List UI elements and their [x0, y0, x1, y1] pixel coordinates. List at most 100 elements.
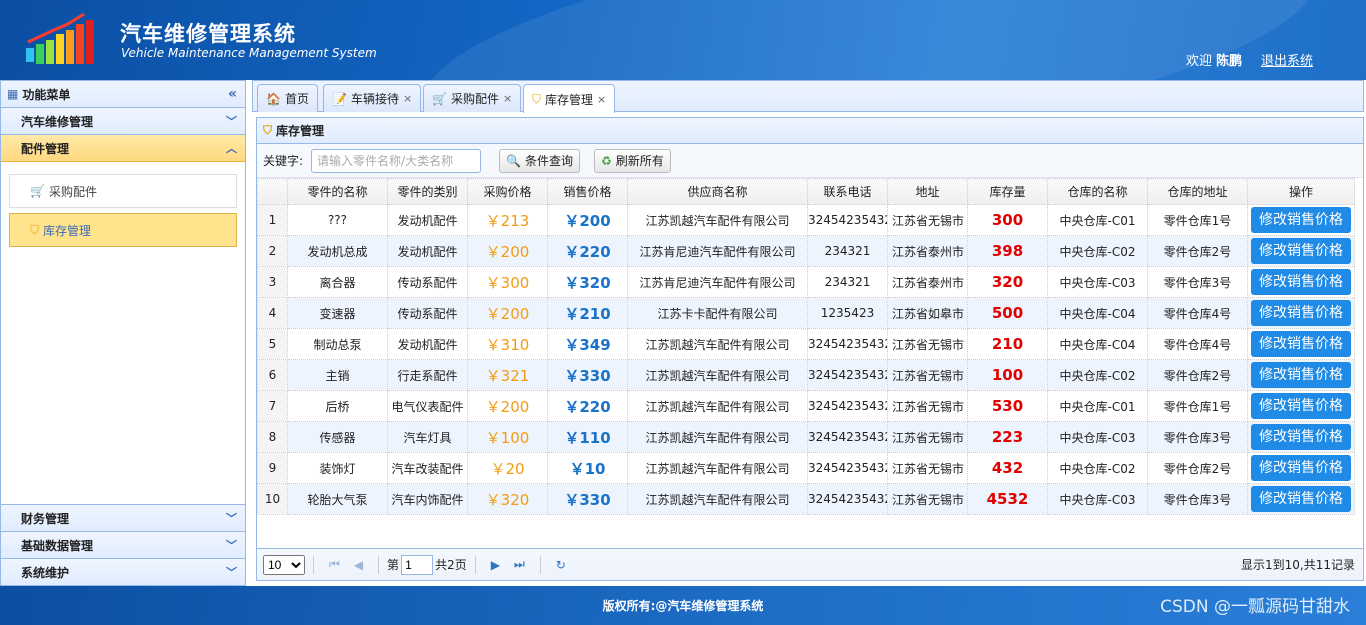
- next-page-icon[interactable]: ▶: [491, 558, 500, 572]
- action-cell: 修改销售价格: [1247, 235, 1355, 267]
- close-icon[interactable]: ×: [503, 92, 512, 105]
- address-cell: 江苏省无锡市: [887, 421, 968, 453]
- refresh-button[interactable]: ♻ 刷新所有: [594, 148, 671, 173]
- purchase-price-cell: ￥20: [467, 452, 548, 484]
- edit-sale-price-button[interactable]: 修改销售价格: [1251, 300, 1351, 326]
- sale-price-cell: ￥200: [547, 204, 628, 236]
- column-header: 操作: [1247, 178, 1355, 205]
- action-cell: 修改销售价格: [1247, 266, 1355, 298]
- panel-title-text: 库存管理: [276, 124, 325, 138]
- purchase-price-cell: ￥200: [467, 235, 548, 267]
- address-cell: 江苏省无锡市: [887, 390, 968, 422]
- table-row[interactable]: 7 后桥 电气仪表配件 ￥200 ￥220 江苏凯越汽车配件有限公司 32454235432…: [257, 390, 1355, 422]
- table-header-row: 零件的名称 零件的类别 采购价格 销售价格 供应商名称 联系电话 地址 库存量 …: [257, 178, 1355, 205]
- page-number-input[interactable]: [401, 554, 434, 575]
- table-row[interactable]: 2 发动机总成 发动机配件 ￥200 ￥220 江苏肯尼迪汽车配件有限公司 234321 江苏…: [257, 235, 1355, 267]
- supplier-cell: 江苏肯尼迪汽车配件有限公司: [627, 235, 808, 267]
- row-number-cell: 3: [257, 266, 288, 298]
- chevron-down-icon: ﹀: [226, 115, 237, 128]
- phone-cell: 32454235432: [807, 390, 888, 422]
- pager-divider: [378, 555, 380, 574]
- app-subtitle: Vehicle Maintenance Management System: [121, 46, 377, 60]
- sale-price-cell: ￥220: [547, 235, 628, 267]
- table-row[interactable]: 8 传感器 汽车灯具 ￥100 ￥110 江苏凯越汽车配件有限公司 32454235432 江…: [257, 421, 1355, 453]
- sidebar-section-system[interactable]: 系统维护 ﹀: [1, 558, 245, 585]
- sidebar-section-parts[interactable]: 配件管理 ︿: [1, 135, 245, 162]
- page-size-select[interactable]: 10: [263, 554, 305, 575]
- table-row[interactable]: 10 轮胎大气泵 汽车内饰配件 ￥320 ￥330 江苏凯越汽车配件有限公司 3245423…: [257, 483, 1355, 515]
- action-cell: 修改销售价格: [1247, 483, 1355, 515]
- table-row[interactable]: 4 变速器 传动系配件 ￥200 ￥210 江苏卡卡配件有限公司 1235423 江苏省如皋市…: [257, 297, 1355, 329]
- purchase-price-cell: ￥200: [467, 297, 548, 329]
- tab-label: 库存管理: [545, 92, 594, 107]
- tab-bar: 🏠 首页 📝 车辆接待 × 🛒 采购配件 × ⛉ 库存管理 ×: [252, 80, 1364, 113]
- sidebar-section-finance[interactable]: 财务管理 ﹀: [1, 504, 245, 531]
- edit-sale-price-button[interactable]: 修改销售价格: [1251, 455, 1351, 481]
- category-cell: 汽车内饰配件: [387, 483, 468, 515]
- part-name-cell: 发动机总成: [287, 235, 388, 267]
- query-button[interactable]: 🔍 条件查询: [499, 148, 581, 173]
- collapse-left-icon[interactable]: «: [228, 86, 237, 102]
- search-input[interactable]: [311, 148, 482, 173]
- tab-reception[interactable]: 📝 车辆接待 ×: [323, 84, 422, 112]
- column-header[interactable]: 仓库的名称: [1047, 178, 1148, 205]
- watermark-text: CSDN @一瓢源码甘甜水: [1160, 597, 1350, 617]
- chevron-down-icon: ﹀: [226, 566, 237, 579]
- column-header[interactable]: 零件的类别: [387, 178, 468, 205]
- action-cell: 修改销售价格: [1247, 452, 1355, 484]
- tab-home[interactable]: 🏠 首页: [257, 84, 318, 112]
- edit-sale-price-button[interactable]: 修改销售价格: [1251, 362, 1351, 388]
- column-header[interactable]: 仓库的地址: [1147, 178, 1248, 205]
- edit-sale-price-button[interactable]: 修改销售价格: [1251, 486, 1351, 512]
- row-number-cell: 1: [257, 204, 288, 236]
- phone-cell: 32454235432: [807, 359, 888, 391]
- panel-title: ⛉ 库存管理: [257, 118, 1363, 144]
- action-cell: 修改销售价格: [1247, 328, 1355, 360]
- edit-sale-price-button[interactable]: 修改销售价格: [1251, 238, 1351, 264]
- tab-purchase[interactable]: 🛒 采购配件 ×: [423, 84, 522, 112]
- column-header[interactable]: 地址: [887, 178, 968, 205]
- parts-menu: 🛒 采购配件 ⛉ 库存管理: [1, 162, 245, 506]
- first-page-icon[interactable]: ⏮: [329, 557, 340, 572]
- table-body: 1??? 发动机配件 ￥213 ￥200 江苏凯越汽车配件有限公司 32454235432…: [257, 204, 1355, 515]
- table-row[interactable]: 6 主销 行走系配件 ￥321 ￥330 江苏凯越汽车配件有限公司 32454235432 江…: [257, 359, 1355, 391]
- tab-inventory[interactable]: ⛉ 库存管理 ×: [523, 84, 616, 113]
- row-number-cell: 6: [257, 359, 288, 391]
- warehouse-address-cell: 零件仓库2号: [1147, 235, 1248, 267]
- welcome-text: 欢迎 陈鹏: [1186, 50, 1242, 69]
- edit-sale-price-button[interactable]: 修改销售价格: [1251, 269, 1351, 295]
- supplier-cell: 江苏凯越汽车配件有限公司: [627, 421, 808, 453]
- logo-icon: [26, 12, 94, 64]
- prev-page-icon[interactable]: ◀: [354, 558, 363, 572]
- last-page-icon[interactable]: ⏭: [514, 557, 525, 572]
- purchase-price-cell: ￥310: [467, 328, 548, 360]
- logout-link[interactable]: 退出系统: [1261, 50, 1313, 69]
- table-row[interactable]: 9 装饰灯 汽车改装配件 ￥20 ￥10 江苏凯越汽车配件有限公司 32454235432 江…: [257, 452, 1355, 484]
- column-header[interactable]: 销售价格: [547, 178, 628, 205]
- column-header[interactable]: 库存量: [967, 178, 1048, 205]
- edit-sale-price-button[interactable]: 修改销售价格: [1251, 207, 1351, 233]
- action-cell: 修改销售价格: [1247, 359, 1355, 391]
- column-header[interactable]: 零件的名称: [287, 178, 388, 205]
- sidebar-section-repair[interactable]: 汽车维修管理 ﹀: [1, 108, 245, 135]
- action-cell: 修改销售价格: [1247, 297, 1355, 329]
- sidebar-section-basedata[interactable]: 基础数据管理 ﹀: [1, 531, 245, 558]
- table-row[interactable]: 5 制动总泵 发动机配件 ￥310 ￥349 江苏凯越汽车配件有限公司 3245423543…: [257, 328, 1355, 360]
- edit-sale-price-button[interactable]: 修改销售价格: [1251, 393, 1351, 419]
- sidebar-item-inventory[interactable]: ⛉ 库存管理: [9, 213, 237, 247]
- edit-sale-price-button[interactable]: 修改销售价格: [1251, 424, 1351, 450]
- part-name-cell: 主销: [287, 359, 388, 391]
- close-icon[interactable]: ×: [597, 93, 606, 106]
- part-name-cell: ???: [287, 204, 388, 236]
- sidebar-item-purchase[interactable]: 🛒 采购配件: [9, 174, 237, 208]
- reload-icon[interactable]: ↻: [556, 558, 566, 572]
- edit-sale-price-button[interactable]: 修改销售价格: [1251, 331, 1351, 357]
- stock-cell: 210: [967, 328, 1048, 360]
- column-header[interactable]: 联系电话: [807, 178, 888, 205]
- column-header[interactable]: 采购价格: [467, 178, 548, 205]
- column-header[interactable]: 供应商名称: [627, 178, 808, 205]
- table-row[interactable]: 1??? 发动机配件 ￥213 ￥200 江苏凯越汽车配件有限公司 32454235432…: [257, 204, 1355, 236]
- table-row[interactable]: 3 离合器 传动系配件 ￥300 ￥320 江苏肯尼迪汽车配件有限公司 234321 江苏省泰…: [257, 266, 1355, 298]
- close-icon[interactable]: ×: [403, 92, 412, 105]
- page-prefix: 第: [387, 558, 400, 572]
